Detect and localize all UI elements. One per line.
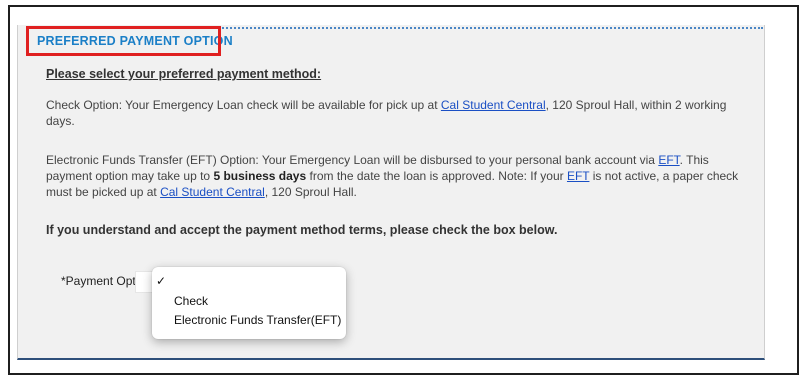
payment-method-prompt: Please select your preferred payment met… — [46, 67, 322, 81]
payment-option-dropdown-menu[interactable]: ✓ Check Electronic Funds Transfer(EFT) — [152, 267, 346, 339]
dropdown-option-check[interactable]: Check — [174, 293, 208, 309]
eft-link[interactable]: EFT — [658, 153, 679, 167]
dropdown-option-blank[interactable]: ✓ — [156, 273, 170, 289]
cal-student-central-link[interactable]: Cal Student Central — [441, 98, 546, 112]
eft-option-text: Electronic Funds Transfer (EFT) Option: … — [46, 153, 739, 199]
accept-terms-text: If you understand and accept the payment… — [46, 223, 558, 237]
highlight-annotation — [26, 26, 221, 56]
dropdown-option-eft[interactable]: Electronic Funds Transfer(EFT) — [174, 312, 341, 328]
cal-student-central-link-2[interactable]: Cal Student Central — [160, 185, 265, 199]
check-option-text: Check Option: Your Emergency Loan check … — [46, 98, 727, 128]
eft-link-2[interactable]: EFT — [567, 169, 589, 183]
business-days-emphasis: 5 business days — [213, 169, 307, 183]
payment-option-label: *Payment Optio — [61, 274, 146, 288]
checkmark-icon: ✓ — [156, 274, 167, 288]
section-divider — [215, 27, 763, 29]
